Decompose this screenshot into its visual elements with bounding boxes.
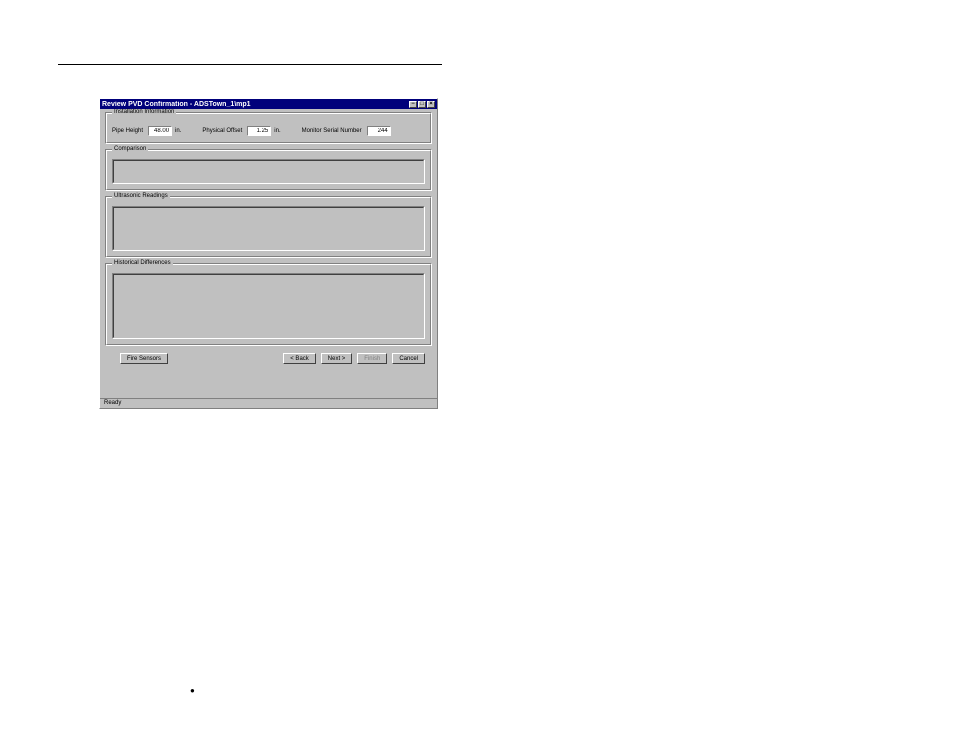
historical-panel (112, 273, 425, 339)
cancel-button[interactable]: Cancel (392, 353, 425, 364)
physical-offset-label: Physical Offset (202, 128, 242, 134)
physical-offset-input[interactable] (247, 126, 271, 136)
maximize-button[interactable]: □ (418, 101, 426, 108)
finish-button: Finish (357, 353, 387, 364)
readings-panel (112, 206, 425, 251)
comparison-panel (112, 159, 425, 184)
ultrasonic-readings-group: Ultrasonic Readings (105, 196, 432, 258)
header-divider (58, 64, 442, 65)
installation-info-label: Installation Information (112, 109, 176, 115)
pipe-height-unit: in. (175, 128, 181, 134)
close-button[interactable]: × (427, 101, 435, 108)
minimize-button[interactable]: − (409, 101, 417, 108)
physical-offset-unit: in. (274, 128, 280, 134)
window-title: Review PVD Confirmation - ADSTown_1\mp1 (102, 101, 251, 108)
comparison-group: Comparison (105, 149, 432, 191)
installation-info-group: Installation Information Pipe Height in.… (105, 112, 432, 144)
status-text: Ready (104, 400, 121, 406)
serial-input[interactable] (367, 126, 391, 136)
fire-sensors-button[interactable]: Fire Sensors (120, 353, 168, 364)
serial-label: Monitor Serial Number (302, 128, 362, 134)
back-button[interactable]: < Back (283, 353, 316, 364)
historical-differences-group: Historical Differences (105, 263, 432, 346)
pipe-height-input[interactable] (148, 126, 172, 136)
pipe-height-label: Pipe Height (112, 128, 143, 134)
button-row: Fire Sensors < Back Next > Finish Cancel (105, 351, 432, 366)
historical-label: Historical Differences (112, 260, 173, 266)
bullet-mark: ● (190, 686, 195, 695)
title-bar: Review PVD Confirmation - ADSTown_1\mp1 … (100, 99, 437, 109)
readings-label: Ultrasonic Readings (112, 193, 170, 199)
status-bar: Ready (100, 398, 437, 408)
comparison-label: Comparison (112, 146, 148, 152)
review-pvd-dialog: Review PVD Confirmation - ADSTown_1\mp1 … (99, 98, 438, 409)
next-button[interactable]: Next > (321, 353, 353, 364)
